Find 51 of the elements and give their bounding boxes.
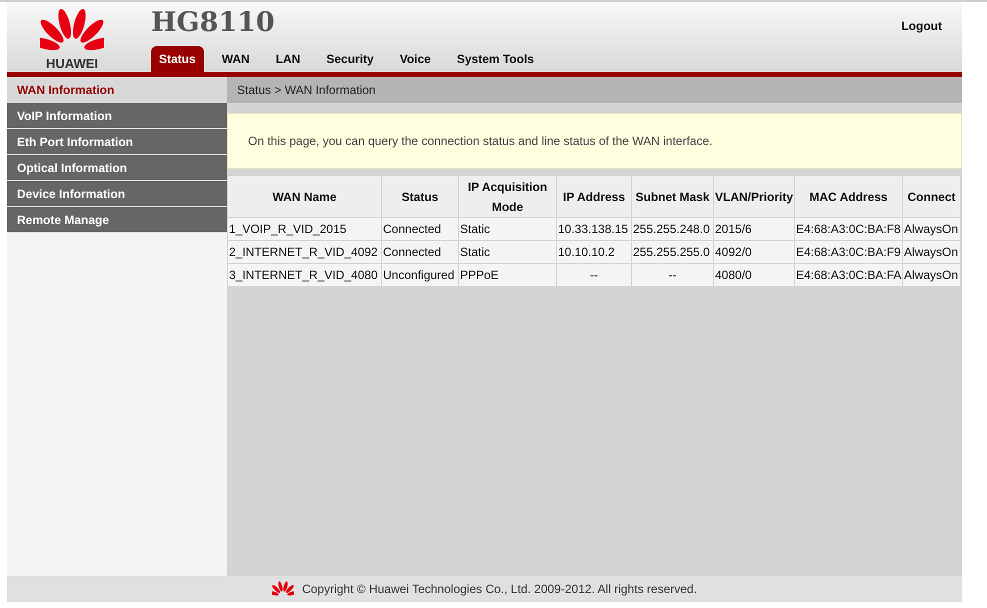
table-cell: E4:68:A3:0C:BA:F8 — [794, 218, 902, 240]
column-header: VLAN/Priority — [714, 176, 794, 218]
table-cell: E4:68:A3:0C:BA:FA — [794, 264, 902, 286]
column-header: Status — [382, 176, 458, 218]
breadcrumb: Status > WAN Information — [237, 82, 376, 99]
sidebar-item[interactable]: WAN Information — [7, 77, 227, 103]
table-cell: Connected — [382, 218, 458, 240]
table-cell: PPPoE — [458, 264, 556, 286]
logout-link[interactable]: Logout — [901, 17, 942, 35]
table-cell: 10.33.138.15 — [556, 218, 632, 240]
nav-tab[interactable]: WAN — [214, 46, 258, 72]
table-cell: -- — [632, 264, 714, 286]
table-cell: 4080/0 — [714, 264, 794, 286]
sidebar-item[interactable]: Optical Information — [7, 155, 227, 181]
table-cell: -- — [556, 264, 632, 286]
huawei-logo-icon — [272, 580, 294, 598]
nav-tab[interactable]: Security — [318, 46, 382, 72]
table-cell: 2_INTERNET_R_VID_4092 — [228, 240, 382, 264]
column-header: MAC Address — [794, 176, 902, 218]
copyright-text: Copyright © Huawei Technologies Co., Ltd. 2009-2012. All rights reserved. — [302, 581, 697, 598]
sidebar-item[interactable]: Eth Port Information — [7, 129, 227, 155]
nav-tab[interactable]: LAN — [268, 46, 308, 72]
table-cell: Unconfigured — [382, 264, 458, 286]
table-cell: 255.255.248.0 — [632, 218, 714, 240]
table-cell: 255.255.255.0 — [632, 240, 714, 264]
table-cell: 2015/6 — [714, 218, 794, 240]
model-title: HG8110 — [151, 9, 276, 36]
table-cell: AlwaysOn — [902, 240, 960, 264]
table-cell: AlwaysOn — [902, 264, 960, 286]
column-header: IP Address — [556, 176, 632, 218]
table-cell: 3_INTERNET_R_VID_4080 — [228, 264, 382, 286]
column-header: Subnet Mask — [632, 176, 714, 218]
brand-name: HUAWEI — [46, 57, 98, 70]
table-cell: Connected — [382, 240, 458, 264]
table-cell: Static — [458, 240, 556, 264]
table-cell: AlwaysOn — [902, 218, 960, 240]
column-header: Connect — [902, 176, 960, 218]
nav-tab[interactable]: Status — [151, 46, 204, 72]
table-cell: E4:68:A3:0C:BA:F9 — [794, 240, 902, 264]
table-cell: Static — [458, 218, 556, 240]
nav-tab[interactable]: System Tools — [448, 46, 542, 72]
table-cell: 1_VOIP_R_VID_2015 — [228, 218, 382, 240]
nav-tab[interactable]: Voice — [392, 46, 439, 72]
table-cell: 4092/0 — [714, 240, 794, 264]
table-cell: 10.10.10.2 — [556, 240, 632, 264]
sidebar-item[interactable]: VoIP Information — [7, 103, 227, 129]
notice-text: On this page, you can query the connection status and line status of the WAN interface. — [248, 133, 712, 150]
sidebar-item[interactable]: Device Information — [7, 181, 227, 207]
column-header: IP Acquisition Mode — [458, 176, 556, 218]
column-header: WAN Name — [228, 176, 382, 218]
sidebar-item[interactable]: Remote Manage — [7, 207, 227, 233]
